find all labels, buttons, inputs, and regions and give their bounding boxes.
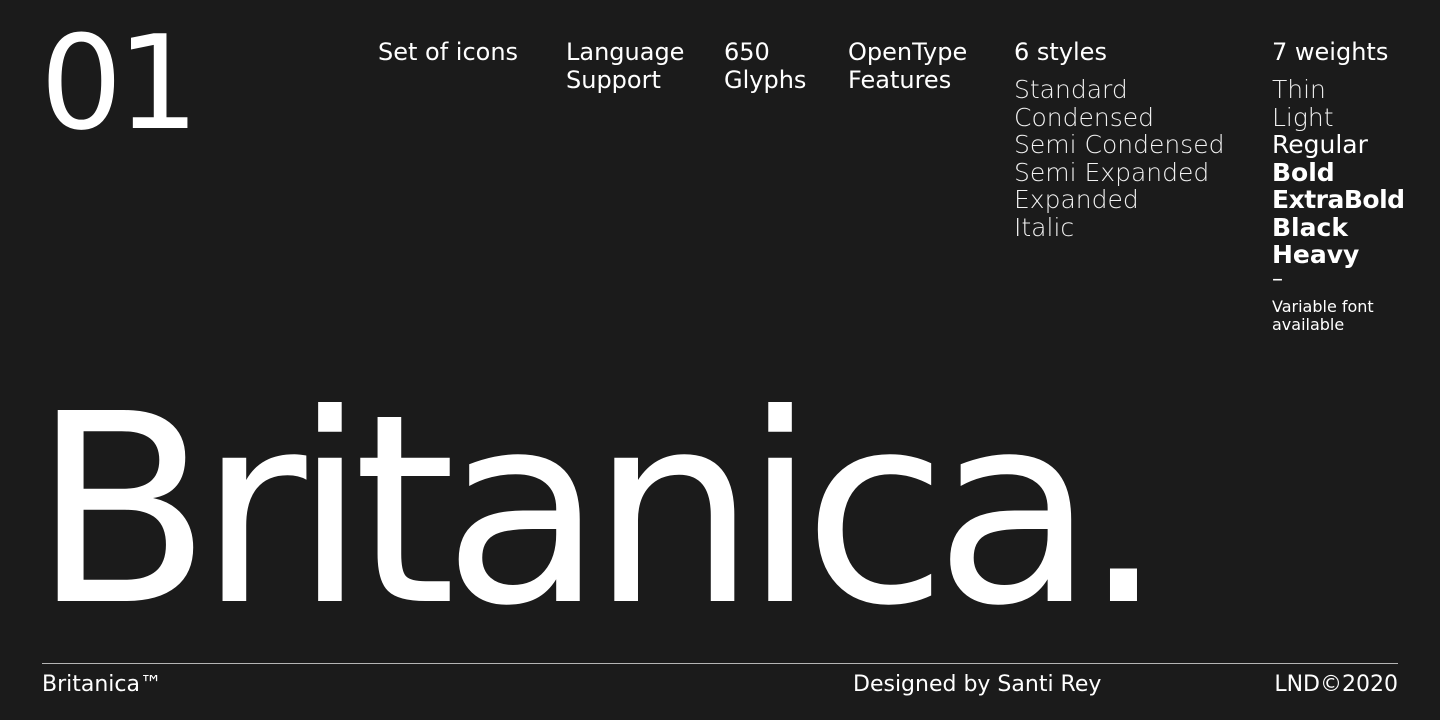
variable-font-note: Variable font available (1272, 297, 1374, 334)
section-number: 01 (40, 7, 199, 159)
weight-item-light: Light (1272, 102, 1334, 132)
weights-list: Thin Light Regular Bold ExtraBold Black … (1272, 76, 1405, 269)
styles-list: Standard Condensed Semi Condensed Semi E… (1014, 76, 1224, 241)
weights-heading: 7 weights (1272, 38, 1389, 66)
weight-item-thin: Thin (1272, 75, 1326, 104)
style-item-semi-condensed: Semi Condensed (1014, 130, 1225, 159)
feature-language-support: Language Support (566, 38, 685, 94)
footer-brand: Britanica™ (42, 672, 162, 697)
feature-set-of-icons: Set of icons (378, 38, 519, 66)
weight-item-heavy: Heavy (1272, 240, 1360, 269)
hero-title: Britanica. (32, 358, 1165, 663)
style-item-expanded: Expanded (1014, 185, 1139, 214)
feature-glyph-count: 650 Glyphs (724, 38, 807, 94)
style-item-condensed: Condensed (1014, 102, 1154, 132)
weights-separator-dash: – (1272, 267, 1283, 292)
style-item-standard: Standard (1014, 75, 1128, 104)
style-item-italic: Italic (1014, 212, 1075, 242)
feature-opentype: OpenType Features (848, 38, 968, 94)
weight-item-black: Black (1272, 212, 1348, 242)
weight-item-extrabold: ExtraBold (1272, 185, 1405, 214)
weight-item-bold: Bold (1272, 157, 1335, 187)
styles-heading: 6 styles (1014, 38, 1107, 66)
footer-copyright: LND©2020 (1274, 672, 1398, 697)
weight-item-regular: Regular (1272, 130, 1368, 159)
footer-divider (42, 663, 1398, 664)
style-item-semi-expanded: Semi Expanded (1014, 157, 1210, 187)
footer-designer-credit: Designed by Santi Rey (853, 672, 1102, 697)
